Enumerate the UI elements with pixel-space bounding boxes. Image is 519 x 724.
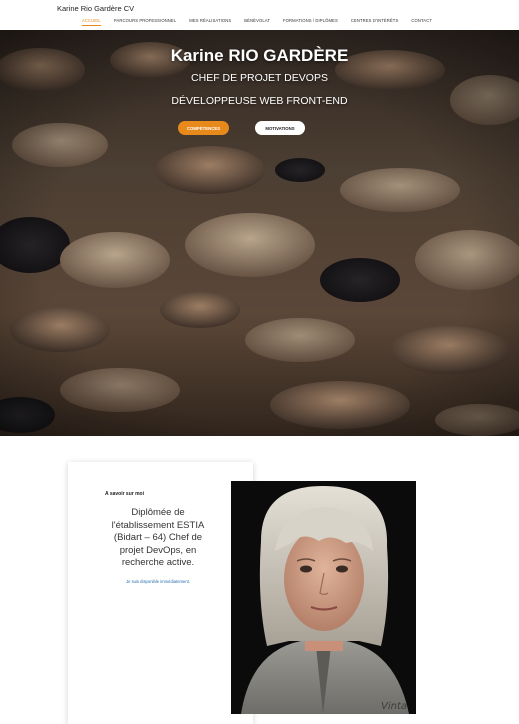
nav-item-contact[interactable]: CONTACT — [411, 18, 432, 26]
nav-item-realisations[interactable]: MES RÉALISATIONS — [189, 18, 231, 26]
nav-item-benevolat[interactable]: BÉNÉVOLAT — [244, 18, 270, 26]
main-nav: ACCUEIL PARCOURS PROFESSIONNEL MES RÉALI… — [82, 18, 445, 26]
nav-item-accueil[interactable]: ACCUEIL — [82, 18, 101, 26]
motivations-button[interactable]: MOTIVATIONS — [255, 121, 305, 135]
about-card: A savoir sur moi Diplômée de l'établisse… — [68, 462, 253, 724]
site-header: Karine Rio Gardère CV ACCUEIL PARCOURS P… — [0, 0, 519, 30]
nav-item-centres-interets[interactable]: CENTRES D'INTÉRÊTS — [351, 18, 399, 26]
hero-section: Karine RIO GARDÈRE CHEF DE PROJET DEVOPS… — [0, 30, 519, 436]
about-heading: A savoir sur moi — [105, 491, 144, 497]
about-text: Diplômée de l'établissement ESTIA (Bidar… — [111, 507, 205, 568]
availability-text: Je suis disponible immédiatement. — [125, 579, 190, 584]
hero-subtitle-role: CHEF DE PROJET DEVOPS — [191, 72, 328, 84]
nav-item-parcours[interactable]: PARCOURS PROFESSIONNEL — [114, 18, 176, 26]
portrait-image: Vinta — [231, 481, 416, 714]
profile-photo: Vinta — [231, 481, 416, 714]
svg-text:Vinta: Vinta — [381, 701, 407, 712]
site-title[interactable]: Karine Rio Gardère CV — [57, 4, 134, 13]
nav-item-formations[interactable]: FORMATIONS / DIPLÔMES — [283, 18, 338, 26]
hero-name: Karine RIO GARDÈRE — [170, 46, 349, 65]
hero-overlay — [0, 30, 519, 436]
hero-subtitle-dev: DÉVELOPPEUSE WEB FRONT-END — [171, 95, 348, 107]
competences-button[interactable]: COMPÉTENCES — [178, 121, 229, 135]
